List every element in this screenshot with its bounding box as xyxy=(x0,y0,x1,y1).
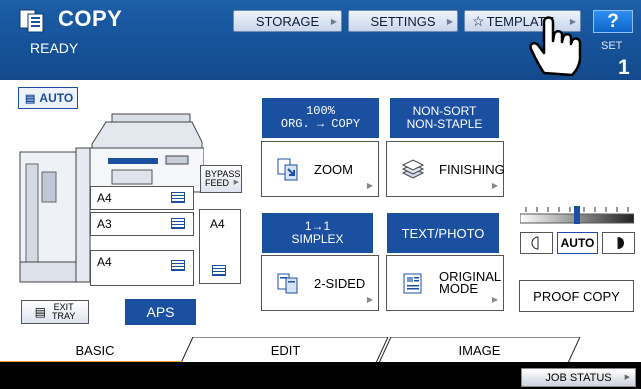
half-circle-dark-icon xyxy=(617,237,624,249)
proof-copy-button[interactable]: PROOF COPY xyxy=(519,280,634,312)
paper-stack-icon: ▤ xyxy=(25,92,36,105)
chevron-right-icon: ▶ xyxy=(233,179,239,186)
sided-status-mode: SIMPLEX xyxy=(291,232,344,246)
copy-app-icon xyxy=(19,9,44,33)
bypass-feed-button[interactable]: BYPASS FEED ▶ xyxy=(200,165,242,193)
chevron-right-icon: ▶ xyxy=(624,374,630,381)
original-mode-label-2: MODE xyxy=(439,281,478,296)
density-level-marker xyxy=(574,206,580,224)
exit-tray-button[interactable]: ▤ EXIT TRAY xyxy=(21,300,89,324)
side-tray-size: A4 xyxy=(210,217,225,231)
tray-2-size: A3 xyxy=(97,217,112,231)
help-button[interactable]: ? xyxy=(593,10,633,33)
hand-pointer-icon xyxy=(529,16,582,77)
finishing-status: NON-SORT NON-STAPLE xyxy=(390,98,499,138)
density-darker-button[interactable] xyxy=(602,232,635,254)
tray-3-size: A4 xyxy=(97,255,112,269)
zoom-status-direction: ORG. → COPY xyxy=(280,117,361,131)
original-mode-status: TEXT/PHOTO xyxy=(387,213,499,253)
settings-label: SETTINGS xyxy=(370,13,436,29)
half-circle-light-icon xyxy=(531,236,538,250)
exit-tray-label-2: TRAY xyxy=(52,311,76,321)
storage-label: STORAGE xyxy=(255,13,320,29)
tray-icon xyxy=(171,218,185,229)
star-icon: ☆ xyxy=(472,12,485,29)
side-paper-tray[interactable]: A4 xyxy=(199,209,241,284)
chevron-right-icon: ▶ xyxy=(446,17,453,26)
density-scale xyxy=(520,206,634,224)
settings-button[interactable]: SETTINGS ▶ xyxy=(348,10,458,32)
tray-1-size: A4 xyxy=(97,191,112,205)
tab-edit[interactable]: EDIT xyxy=(193,337,378,363)
app-title: COPY xyxy=(58,6,123,31)
zoom-status: 100% ORG. → COPY xyxy=(262,98,379,138)
paper-auto-button[interactable]: ▤ AUTO xyxy=(18,87,78,109)
tray-icon xyxy=(171,192,185,203)
sided-status: 1→1 SIMPLEX xyxy=(262,213,373,253)
two-sided-button[interactable]: 2-SIDED ▶ xyxy=(261,255,379,311)
tab-basic[interactable]: BASIC xyxy=(0,337,190,363)
original-mode-button[interactable]: ORIGINAL MODE ▶ xyxy=(386,255,504,311)
two-sided-label: 2-SIDED xyxy=(314,275,366,291)
machine-status: READY xyxy=(30,40,79,56)
tray-icon xyxy=(171,260,185,271)
density-auto-button[interactable]: AUTO xyxy=(557,232,598,254)
job-status-label: JOB STATUS xyxy=(545,371,612,384)
paper-auto-label: AUTO xyxy=(39,91,74,105)
finishing-icon xyxy=(401,159,425,179)
finishing-label: FINISHING xyxy=(439,161,505,177)
paper-tray-2[interactable]: A3 xyxy=(90,212,194,236)
tab-image[interactable]: IMAGE xyxy=(391,337,568,363)
chevron-right-icon: ▶ xyxy=(366,181,373,190)
set-label: SET xyxy=(601,40,623,52)
tray-icon xyxy=(212,265,226,276)
paper-tray-3[interactable]: A4 xyxy=(90,250,194,286)
density-lighter-button[interactable] xyxy=(520,232,553,254)
storage-button[interactable]: STORAGE ▶ xyxy=(233,10,342,32)
chevron-right-icon: ▶ xyxy=(366,295,373,304)
chevron-right-icon: ▶ xyxy=(491,295,498,304)
zoom-label: ZOOM xyxy=(314,161,353,177)
aps-button[interactable]: APS xyxy=(125,299,196,325)
bypass-label-2: FEED xyxy=(205,178,230,188)
paper-tray-1[interactable]: A4 xyxy=(90,186,194,210)
set-count: 1 xyxy=(618,56,630,79)
finishing-button[interactable]: FINISHING ▶ xyxy=(386,141,505,197)
zoom-icon xyxy=(277,158,298,181)
chevron-right-icon: ▶ xyxy=(491,181,498,190)
original-mode-icon xyxy=(403,273,422,294)
two-sided-icon xyxy=(277,273,298,294)
zoom-button[interactable]: ZOOM ▶ xyxy=(261,141,379,197)
finishing-status-staple: NON-STAPLE xyxy=(406,117,483,131)
job-status-button[interactable]: JOB STATUS ▶ xyxy=(521,368,636,387)
tray-stack-icon: ▤ xyxy=(34,304,46,319)
copy-screen: COPY READY STORAGE ▶ SETTINGS ▶ ☆ TEMPLA… xyxy=(0,0,641,389)
chevron-right-icon: ▶ xyxy=(330,17,337,26)
